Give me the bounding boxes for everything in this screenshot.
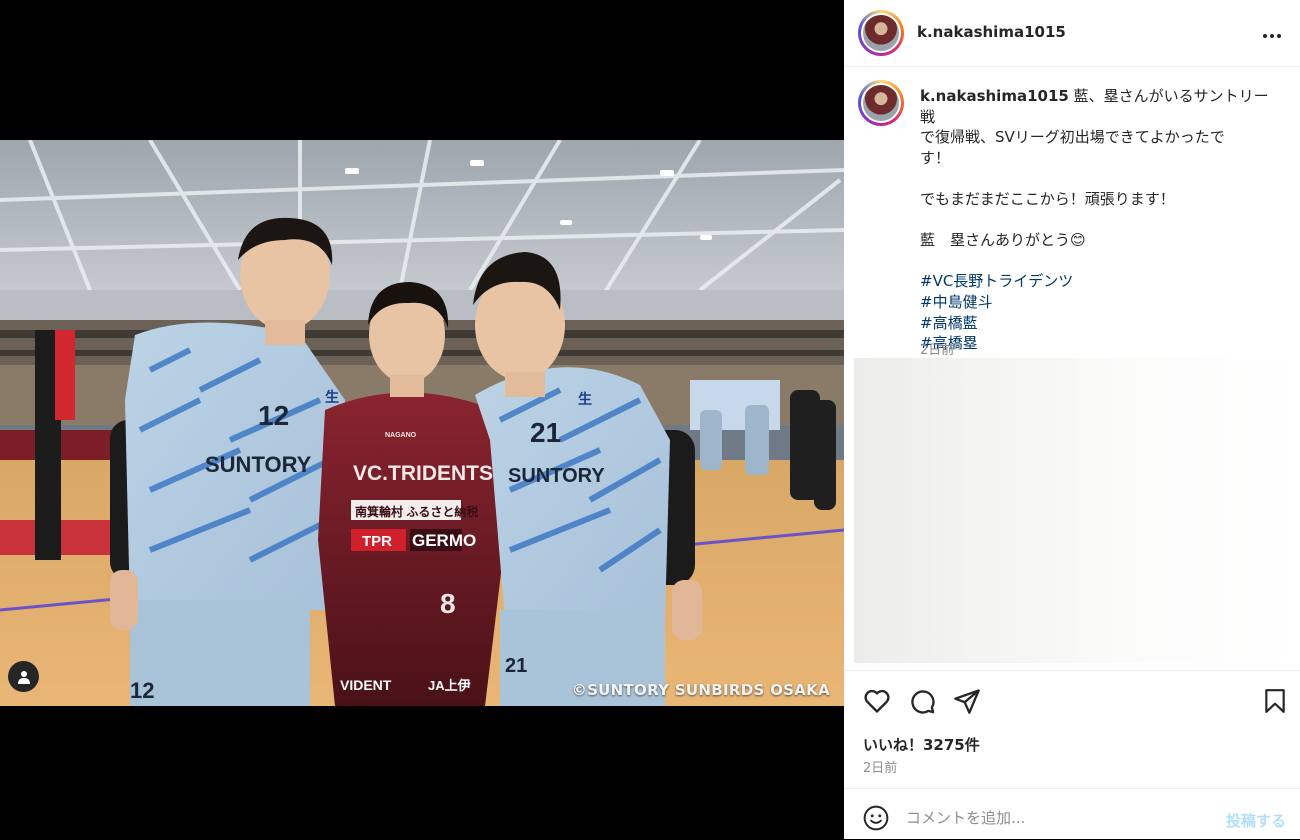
post-header: k.nakashima1015	[844, 0, 1300, 67]
center-jersey-sponsor3: GERMO	[412, 531, 476, 550]
center-shorts-left: VIDENT	[340, 677, 392, 693]
heart-icon[interactable]	[863, 687, 891, 715]
author-username[interactable]: k.nakashima1015	[917, 23, 1066, 41]
right-jersey-sponsor: 生	[578, 391, 592, 407]
center-jersey-sponsor2: TPR	[362, 533, 392, 550]
caption-line-5: 藍 塁さんありがとう😊	[920, 231, 1086, 250]
tagged-users-button[interactable]	[8, 661, 39, 692]
right-jersey-number: 21	[530, 417, 561, 448]
paper-plane-icon[interactable]	[953, 687, 981, 715]
center-jersey-team-small: NAGANO	[385, 432, 417, 439]
post-timestamp[interactable]: 2日前	[863, 757, 897, 776]
caption-username[interactable]: k.nakashima1015	[920, 87, 1069, 105]
left-jersey-brand: SUNTORY	[205, 452, 312, 477]
hashtag-link[interactable]: #高橋塁	[920, 333, 1280, 354]
hashtag-link[interactable]: #VC長野トライデンツ	[920, 271, 1280, 292]
emoji-icon[interactable]	[863, 805, 889, 831]
blank-content-area	[854, 358, 1300, 663]
left-shorts-number: 12	[130, 678, 154, 703]
user-tag-icon	[17, 670, 30, 684]
post-side-panel: k.nakashima1015 k.nakashima1015 藍、塁さんがいる…	[844, 0, 1300, 839]
post-comment-button[interactable]: 投稿する	[1226, 810, 1286, 831]
center-jersey-team: VC.TRIDENTS	[353, 462, 493, 485]
likes-count[interactable]: いいね！3275件	[863, 734, 980, 755]
caption-line-2: で復帰戦、SVリーグ初出場できてよかったで	[920, 128, 1225, 147]
right-shorts-number: 21	[505, 655, 527, 677]
caption-line-3: す！	[920, 148, 951, 167]
comment-input[interactable]	[906, 809, 1206, 827]
caption-avatar[interactable]	[858, 80, 904, 126]
hashtag-link[interactable]: #中島健斗	[920, 292, 1280, 313]
comment-icon[interactable]	[908, 687, 936, 715]
hashtag-link[interactable]: #高橋藍	[920, 313, 1280, 334]
photo-credit: ©SUNTORY SUNBIRDS OSAKA	[571, 681, 830, 699]
bookmark-icon[interactable]	[1262, 687, 1288, 715]
comment-bar: 投稿する	[844, 788, 1300, 840]
post-photo-image: SUNTORY 12 生 SUNTORY 21 生 NAGANO VC.TRID…	[0, 140, 844, 706]
caption-line-4: でもまだまだここから！頑張ります！	[920, 189, 1175, 208]
more-options-button[interactable]	[1262, 22, 1282, 42]
action-bar	[844, 670, 1300, 731]
center-jersey-number: 8	[440, 588, 456, 619]
right-jersey-brand: SUNTORY	[508, 465, 605, 487]
more-horizontal-icon	[1263, 34, 1281, 38]
left-jersey-sponsor: 生	[325, 389, 339, 405]
center-jersey-sponsor1: 南箕輪村 ふるさと納税	[355, 504, 478, 519]
post-caption: k.nakashima1015 藍、塁さんがいるサントリー戦 で復帰戦、SVリー…	[920, 86, 1280, 354]
caption-timestamp: 2日前	[920, 343, 955, 358]
post-photo[interactable]: SUNTORY 12 生 SUNTORY 21 生 NAGANO VC.TRID…	[0, 140, 844, 706]
author-avatar[interactable]	[858, 10, 904, 56]
post-media-viewer: SUNTORY 12 生 SUNTORY 21 生 NAGANO VC.TRID…	[0, 0, 844, 839]
center-shorts-right: JA上伊	[428, 678, 471, 693]
left-jersey-number: 12	[258, 400, 289, 431]
